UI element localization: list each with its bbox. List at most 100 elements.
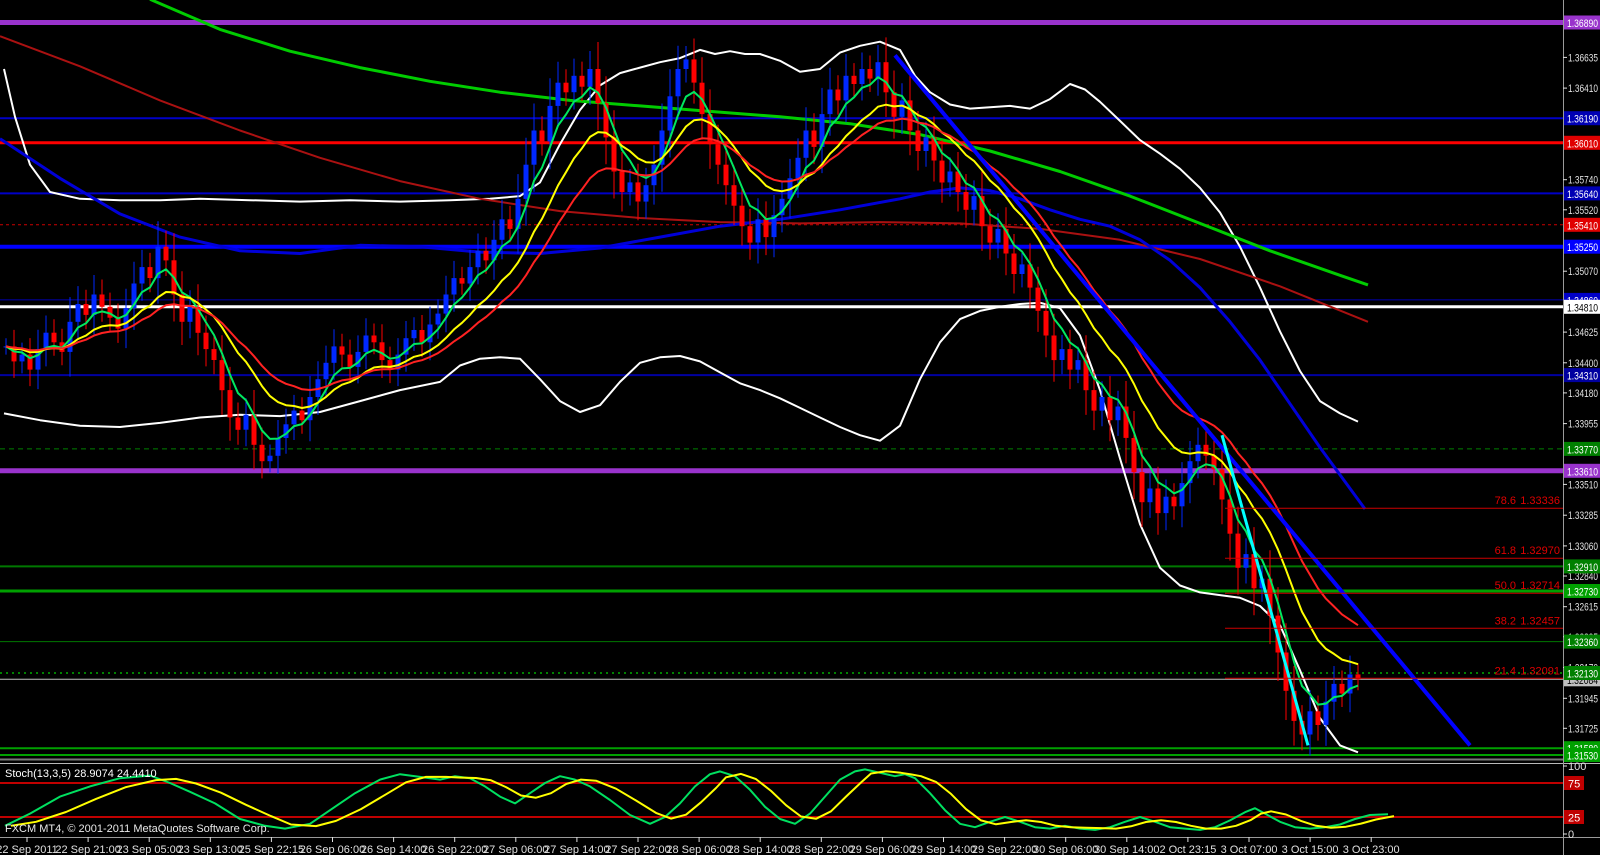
- time-tick-label: 30 Sep 14:00: [1094, 844, 1159, 855]
- time-tick-label: 27 Sep 14:00: [544, 844, 609, 855]
- candle-body: [916, 131, 921, 152]
- candle-body: [1012, 254, 1017, 275]
- price-line-label: 1.35640: [1567, 189, 1598, 201]
- candle-body: [964, 192, 969, 210]
- candle-body: [1060, 349, 1065, 360]
- candle-body: [588, 69, 593, 87]
- chart-canvas[interactable]: 78.61.3333661.81.3297050.01.3271438.21.3…: [0, 0, 1600, 855]
- candle-body: [532, 131, 537, 165]
- candle-body: [236, 418, 241, 430]
- price-line-label: 1.32910: [1567, 562, 1598, 574]
- candle-body: [1172, 497, 1177, 507]
- candle-body: [1164, 497, 1169, 513]
- candle-body: [804, 131, 809, 158]
- price-tick-label: 1.31945: [1568, 693, 1598, 705]
- candle-body: [644, 185, 649, 201]
- candle-body: [300, 411, 305, 421]
- candle-body: [900, 100, 905, 116]
- candle-body: [452, 278, 457, 294]
- candle-body: [564, 83, 569, 93]
- price-tick-label: 1.33285: [1568, 510, 1598, 522]
- price-tick-label: 1.34625: [1568, 327, 1598, 339]
- candle-body: [500, 219, 505, 240]
- candle-body: [884, 62, 889, 92]
- main-chart-area[interactable]: 78.61.3333661.81.3297050.01.3271438.21.3…: [0, 0, 1563, 756]
- time-tick-label: 23 Sep 13:00: [178, 844, 243, 855]
- candle-body: [844, 76, 849, 101]
- candle-body: [484, 251, 489, 261]
- time-tick-label: 27 Sep 22:00: [605, 844, 670, 855]
- fib-price-label: 1.32091: [1520, 665, 1560, 677]
- candle-body: [548, 106, 553, 141]
- time-tick-label: 22 Sep 21:00: [55, 844, 120, 855]
- time-tick-label: 26 Sep 22:00: [422, 844, 487, 855]
- candle-body: [212, 349, 217, 360]
- price-line-label: 1.33610: [1567, 466, 1598, 478]
- candle-body: [92, 295, 97, 316]
- candle-body: [1052, 336, 1057, 361]
- price-tick-label: 1.34400: [1568, 358, 1598, 370]
- time-tick-label: 26 Sep 14:00: [361, 844, 426, 855]
- candle-body: [676, 69, 681, 96]
- time-tick-label: 2 Oct 23:15: [1159, 844, 1216, 855]
- price-tick-label: 1.36410: [1568, 83, 1598, 95]
- candle-body: [996, 229, 1001, 243]
- candle-body: [1148, 489, 1153, 503]
- candle-body: [140, 267, 145, 283]
- candle-body: [988, 226, 993, 242]
- candle-body: [372, 336, 377, 343]
- price-tick-label: 1.36635: [1568, 52, 1598, 64]
- mt4-chart-window: 78.61.3333661.81.3297050.01.3271438.21.3…: [0, 0, 1600, 855]
- candle-body: [628, 182, 633, 192]
- time-tick-label: 3 Oct 23:00: [1343, 844, 1400, 855]
- candle-body: [636, 182, 641, 201]
- candle-body: [1316, 711, 1321, 725]
- candle-body: [732, 185, 737, 206]
- time-scale[interactable]: 22 Sep 201122 Sep 21:0023 Sep 05:0023 Se…: [0, 837, 1400, 855]
- price-line-label: 1.34810: [1567, 302, 1598, 314]
- indicator-label: Stoch(13,3,5) 28.9074 24.4410: [5, 768, 157, 780]
- candle-body: [164, 247, 169, 261]
- candle-body: [228, 390, 233, 417]
- time-tick-label: 29 Sep 22:00: [972, 844, 1037, 855]
- price-line-label: 1.36890: [1567, 18, 1598, 30]
- time-tick-label: 28 Sep 14:00: [727, 844, 792, 855]
- candle-body: [468, 267, 473, 283]
- fib-percent-label: 61.8: [1495, 545, 1516, 557]
- candle-body: [764, 219, 769, 237]
- candle-body: [812, 131, 817, 147]
- candle-body: [684, 59, 689, 69]
- candle-body: [612, 137, 617, 171]
- candle-body: [332, 346, 337, 362]
- candle-body: [244, 415, 249, 430]
- candle-body: [796, 158, 801, 179]
- candle-body: [892, 92, 897, 117]
- candle-body: [380, 342, 385, 360]
- candle-body: [1228, 500, 1233, 534]
- time-tick-label: 26 Sep 06:00: [300, 844, 365, 855]
- time-tick-label: 29 Sep 06:00: [850, 844, 915, 855]
- time-tick-label: 23 Sep 05:00: [116, 844, 181, 855]
- candle-body: [940, 161, 945, 183]
- candle-body: [1140, 472, 1145, 502]
- candle-body: [948, 172, 953, 183]
- price-tick-label: 1.34180: [1568, 388, 1598, 400]
- price-line-label: 1.35410: [1567, 220, 1598, 232]
- candle-body: [364, 336, 369, 352]
- candle-body: [860, 69, 865, 84]
- candle-body: [924, 137, 929, 151]
- yellow-ma: [6, 105, 1358, 665]
- price-scale[interactable]: 1.366351.364101.357401.355201.350701.346…: [1563, 16, 1600, 842]
- candle-body: [1244, 554, 1249, 568]
- time-tick-label: 27 Sep 06:00: [483, 844, 548, 855]
- candle-body: [1116, 407, 1121, 421]
- candle-body: [76, 304, 81, 322]
- candle-body: [524, 165, 529, 199]
- time-tick-label: 30 Sep 06:00: [1033, 844, 1098, 855]
- price-tick-label: 1.32615: [1568, 602, 1598, 614]
- stochastic-pane[interactable]: [0, 769, 1563, 830]
- fib-price-label: 1.32457: [1520, 615, 1560, 627]
- price-tick-label: 1.33060: [1568, 541, 1598, 553]
- fib-percent-label: 78.6: [1495, 495, 1516, 507]
- time-tick-label: 3 Oct 07:00: [1221, 844, 1278, 855]
